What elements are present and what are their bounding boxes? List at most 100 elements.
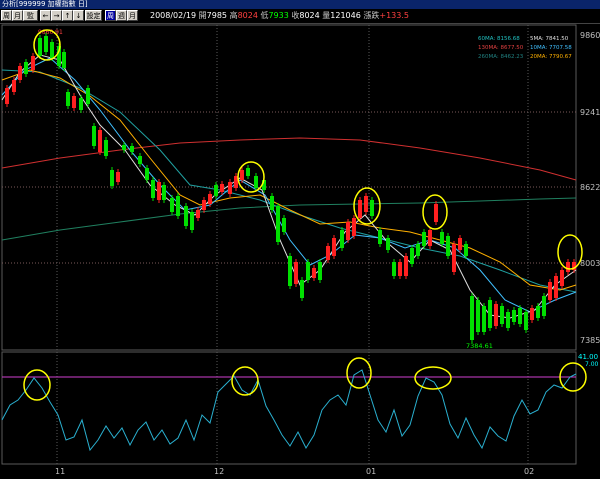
price-label-5: 7385 [580,336,600,345]
candle-body [536,306,540,318]
ma60-legend: 60MA: 8156.68 [478,36,520,42]
candle-body [50,42,54,58]
candle-body [18,66,22,80]
candle-body [566,262,570,272]
date-label-4: 02 [524,467,534,476]
candle-body [44,36,48,52]
ma5-legend: 5MA: 7841.50 [530,36,569,42]
candle-body [518,308,522,324]
ma10-legend: 10MA: 7707.58 [530,45,572,51]
candle-body [38,38,42,56]
candle-body [458,238,462,250]
price-label-3: 8622 [580,183,600,192]
candle-body [98,130,102,152]
candle-body [208,194,212,204]
candle-body [524,312,528,330]
ma20-legend: 20MA: 7790.67 [530,54,572,60]
candle-body [62,52,66,68]
candle-body [240,170,244,180]
price-grid [2,111,576,264]
candle-body [464,244,468,256]
indicator-level-label: 41.00 [578,353,598,361]
candle-body [72,96,76,108]
candle-body [512,310,516,322]
candle-body [326,246,330,260]
candle-body [452,244,456,272]
highlight-circles [23,29,587,401]
candle-body [122,145,126,150]
candle-body [392,262,396,276]
candle-body [446,236,450,256]
indicator-line [1,369,577,452]
candle-body [470,296,474,340]
candle-body [530,308,534,320]
candle-body [162,185,166,200]
candle-body [306,262,310,280]
candle-body [31,56,35,70]
candle-body [86,88,90,104]
indicator-level-label-2: 7.00 [585,361,599,368]
candle-body [282,218,286,232]
date-label-1: 11 [55,467,65,476]
candle-body [228,182,232,194]
candle-body [176,196,180,216]
indicator-circle-4 [414,366,452,390]
candle-body [270,196,274,210]
candle-body [560,270,564,286]
candle-body [332,238,336,256]
candle-body [440,232,444,244]
candle-body [214,185,218,196]
candle-body [386,238,390,250]
candle-body [428,230,432,246]
candle-body [312,268,316,278]
candle-body [116,172,120,182]
candle-body [12,80,16,92]
candle-body [145,168,149,180]
candle-body [506,312,510,328]
candle-body [370,200,374,216]
candlestick-series [5,33,576,343]
candle-body [554,276,558,298]
candle-body [398,262,402,276]
candle-body [24,62,28,74]
candle-body [92,126,96,146]
candle-body [104,140,108,156]
candle-body [364,196,368,212]
candle-body [294,262,298,284]
candle-body [220,184,224,192]
candle-body [358,200,362,218]
candle-body [434,204,438,222]
candle-body [79,98,83,110]
price-label-2: 9241 [580,108,600,117]
low-marker: 7384.61 [466,342,493,350]
stock-chart[interactable]: 9860 9241 8622 8003 7385 11 12 01 02 60M… [0,0,600,479]
candle-body [476,300,480,332]
date-label-3: 01 [366,467,376,476]
candle-body [404,256,408,276]
candle-body [170,198,174,212]
candle-body [500,306,504,324]
date-label-2: 12 [214,467,224,476]
candle-body [151,180,155,198]
candle-body [300,280,304,298]
candle-body [202,200,206,210]
price-label-4: 8003 [580,259,600,268]
ma260-legend: 260MA: 8462.23 [478,54,524,60]
candle-body [184,206,188,226]
candle-body [488,300,492,328]
indicator-circle-3 [346,357,372,389]
candle-body [318,262,322,280]
ma130-legend: 130MA: 8677.50 [478,45,524,51]
candle-body [246,168,250,176]
candle-body [110,170,114,186]
candle-body [190,212,194,230]
price-label-1: 9860 [580,31,600,40]
candle-body [542,296,546,316]
candle-body [410,248,414,264]
ma130-line [1,137,577,181]
candle-body [138,156,142,164]
indicator-circle-2 [231,366,259,396]
candle-body [288,256,292,286]
candle-body [378,230,382,244]
candle-body [196,210,200,218]
